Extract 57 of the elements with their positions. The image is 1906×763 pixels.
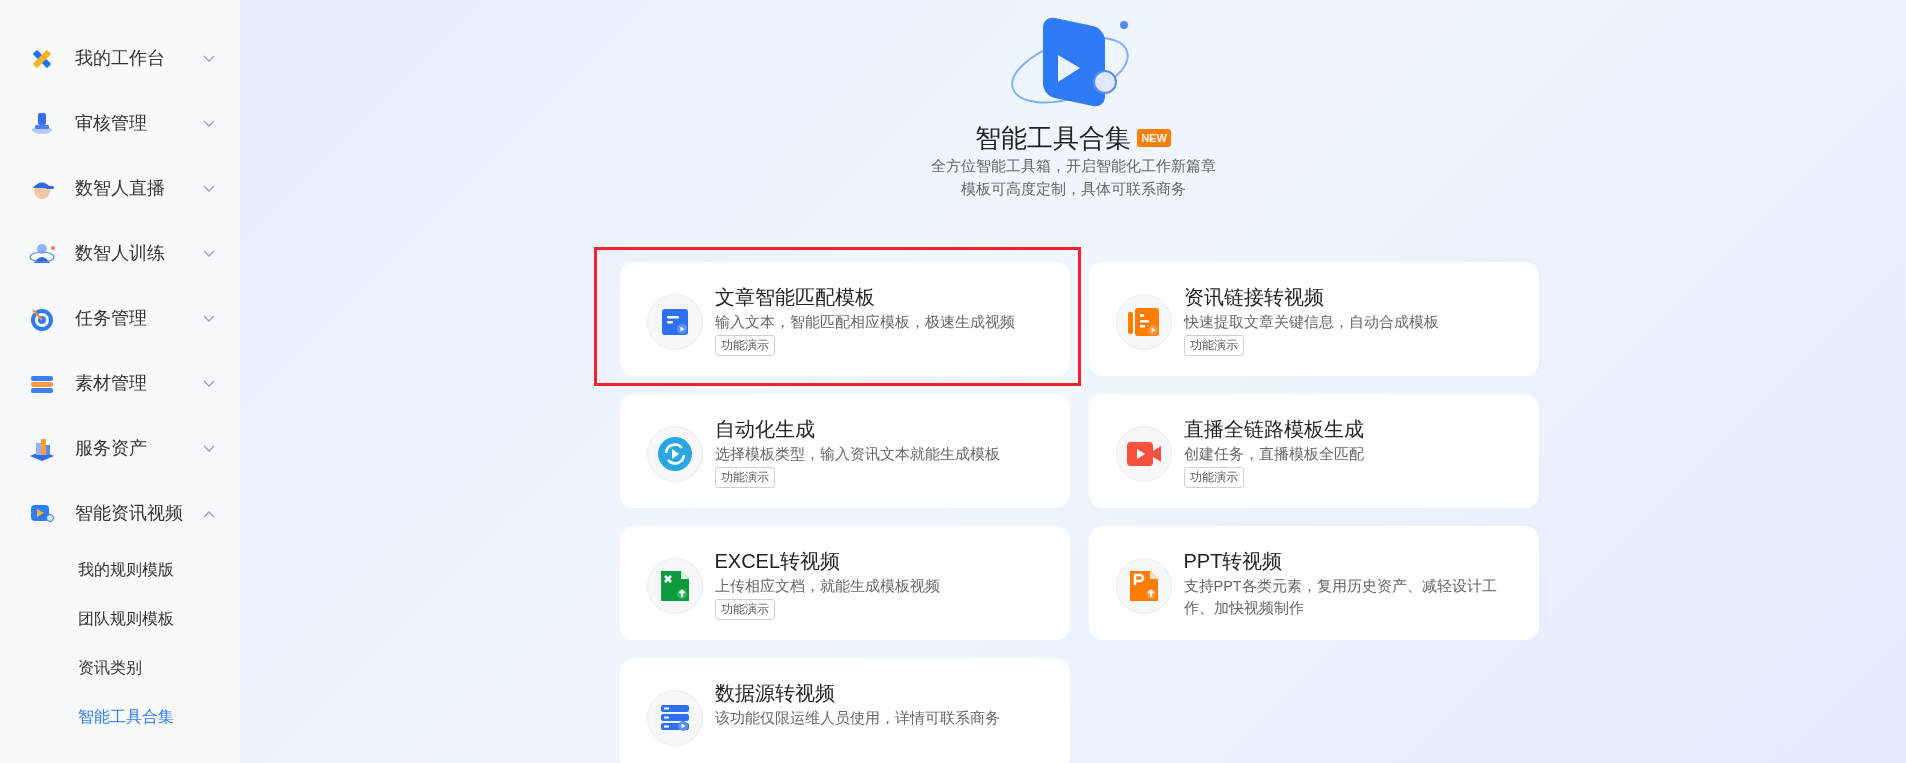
demo-button[interactable]: 功能演示 <box>714 599 775 620</box>
sidebar-item-label: 素材管理 <box>75 372 148 395</box>
subtitle: 全方位智能工具箱，开启智能化工作新篇章 <box>930 156 1216 176</box>
sidebar-item-label: 审核管理 <box>75 112 148 135</box>
sidebar-item[interactable]: 服务资产 <box>0 416 240 481</box>
tool-card[interactable]: EXCEL转视频 上传相应文档，就能生成模板视频 功能演示 <box>619 526 1070 640</box>
sidebar-item[interactable]: 智能资讯视频 <box>0 481 240 546</box>
sidebar-item-label: 我的工作台 <box>75 47 166 70</box>
sidebar-item-label: 服务资产 <box>75 437 148 460</box>
new-badge: NEW <box>1137 129 1171 147</box>
card-title: PPT转视频 <box>1183 549 1283 574</box>
refresh-play-icon <box>657 437 692 471</box>
sidebar-subitem[interactable]: 我的规则模版 <box>0 545 240 594</box>
video-camera-icon <box>1126 442 1161 466</box>
card-description: 支持PPT各类元素，复用历史资产、减轻设计工作、加快视频制作 <box>1183 577 1498 618</box>
page-title: 智能工具合集 <box>975 122 1132 154</box>
card-description: 快速提取文章关键信息，自动合成模板 <box>1183 313 1439 332</box>
sidebar-item-label: 智能资讯视频 <box>75 502 184 525</box>
demo-button[interactable]: 功能演示 <box>1183 335 1244 356</box>
slides-upload-icon <box>1129 571 1158 601</box>
sidebar-subitem[interactable]: 资讯类别 <box>0 643 240 692</box>
sidebar-item-label: 数智人直播 <box>75 177 166 200</box>
card-description: 选择模板类型，输入资讯文本就能生成模板 <box>714 445 1000 464</box>
card-description: 该功能仅限运维人员使用，详情可联系商务 <box>714 709 1000 728</box>
sidebar-item[interactable]: 数智人训练 <box>0 221 240 286</box>
card-description: 输入文本，智能匹配相应模板，极速生成视频 <box>714 313 1015 332</box>
database-play-icon <box>660 704 689 732</box>
card-title: 自动化生成 <box>714 417 815 442</box>
card-title: 数据源转视频 <box>714 681 835 706</box>
sidebar-item[interactable]: 数智人直播 <box>0 156 240 221</box>
card-description: 创建任务，直播模板全匹配 <box>1183 445 1364 464</box>
card-title: 直播全链路模板生成 <box>1183 417 1364 442</box>
card-title: EXCEL转视频 <box>714 549 841 574</box>
card-title: 资讯链接转视频 <box>1183 285 1324 310</box>
tool-card[interactable]: PPT转视频 支持PPT各类元素，复用历史资产、减轻设计工作、加快视频制作 <box>1088 526 1539 640</box>
document-play-icon <box>1127 307 1160 337</box>
card-description: 上传相应文档，就能生成模板视频 <box>714 577 940 596</box>
demo-button[interactable]: 功能演示 <box>714 467 775 488</box>
tool-card[interactable]: 文章智能匹配模板 输入文本，智能匹配相应模板，极速生成视频 功能演示 <box>619 262 1070 376</box>
demo-button[interactable]: 功能演示 <box>714 335 775 356</box>
sidebar-item[interactable]: 任务管理 <box>0 286 240 351</box>
spreadsheet-upload-icon <box>660 571 689 601</box>
subtitle: 模板可高度定制，具体可联系商务 <box>960 179 1186 199</box>
tool-card[interactable]: 数据源转视频 该功能仅限运维人员使用，详情可联系商务 <box>619 658 1070 763</box>
tool-card[interactable]: 直播全链路模板生成 创建任务，直播模板全匹配 功能演示 <box>1088 394 1539 508</box>
demo-button[interactable]: 功能演示 <box>1183 467 1244 488</box>
sidebar-item[interactable]: 素材管理 <box>0 351 240 416</box>
card-title: 文章智能匹配模板 <box>714 285 875 310</box>
sidebar-item-label: 数智人训练 <box>75 242 166 265</box>
sidebar-item-label: 任务管理 <box>75 307 148 330</box>
sidebar-subitem[interactable]: 智能工具合集 <box>0 692 240 741</box>
document-play-icon <box>660 308 689 336</box>
sidebar-subitem[interactable]: 团队规则模板 <box>0 594 240 643</box>
tool-card[interactable]: 资讯链接转视频 快速提取文章关键信息，自动合成模板 功能演示 <box>1088 262 1539 376</box>
tool-card[interactable]: 自动化生成 选择模板类型，输入资讯文本就能生成模板 功能演示 <box>619 394 1070 508</box>
sidebar-item[interactable]: 我的工作台 <box>0 26 240 91</box>
sidebar-item[interactable]: 审核管理 <box>0 91 240 156</box>
